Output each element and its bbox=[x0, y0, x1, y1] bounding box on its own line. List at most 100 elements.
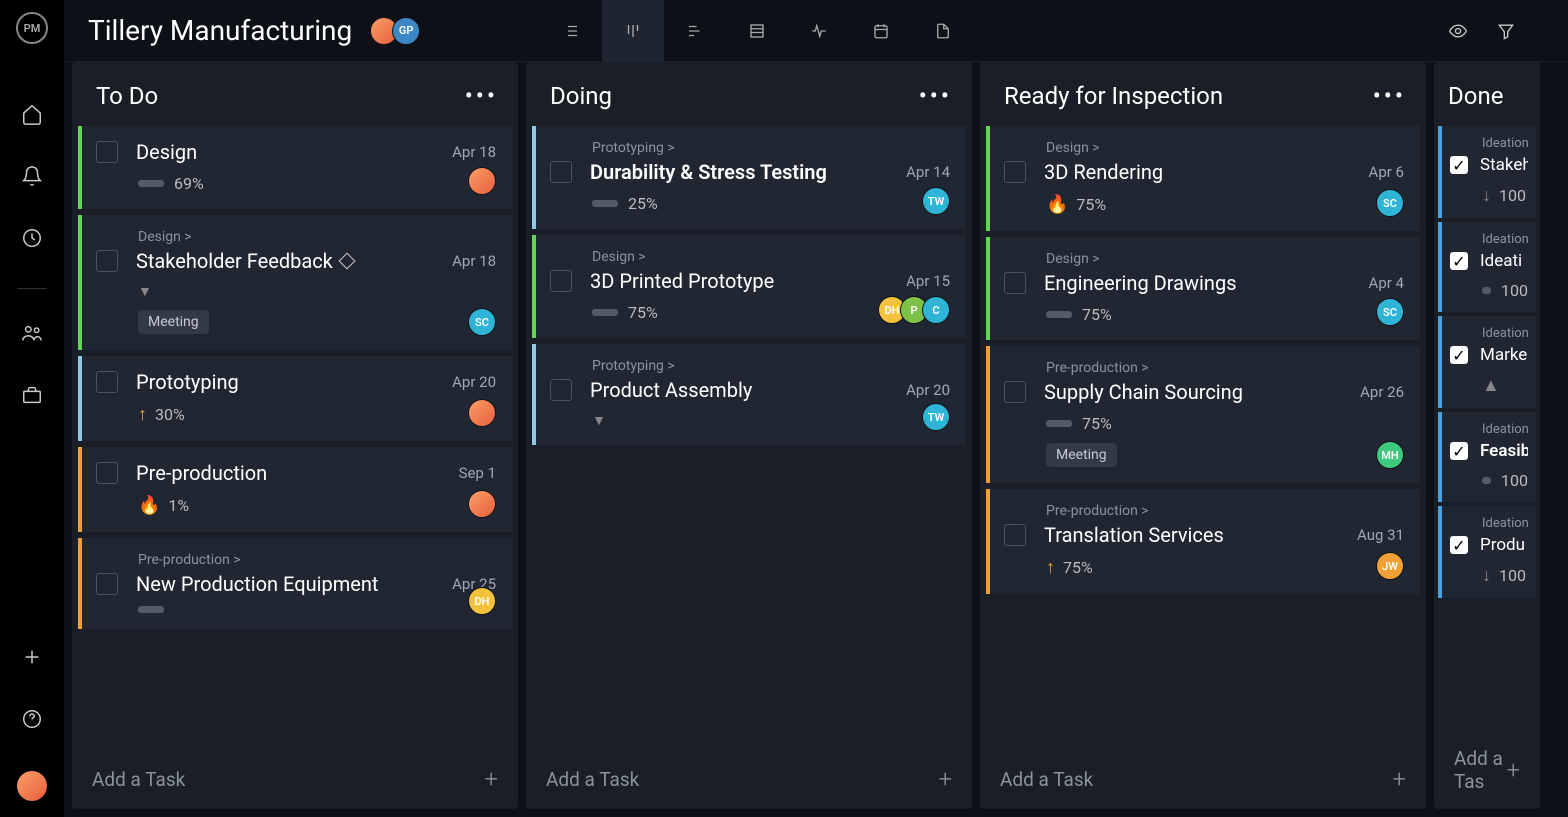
calendar-view-icon[interactable] bbox=[850, 0, 912, 62]
card-date: Apr 6 bbox=[1369, 163, 1404, 181]
priority-down-icon: ↓ bbox=[1482, 185, 1491, 206]
assignee-avatar[interactable]: SC bbox=[1376, 189, 1404, 217]
card-breadcrumb: Design > bbox=[1046, 140, 1404, 156]
progress-percent: 100 bbox=[1499, 566, 1526, 585]
checkbox[interactable] bbox=[96, 573, 118, 595]
priority-up-icon: ▲ bbox=[1482, 375, 1500, 396]
add-task-button[interactable]: Add a Task+ bbox=[72, 749, 518, 809]
tag: Meeting bbox=[138, 310, 209, 334]
file-view-icon[interactable] bbox=[912, 0, 974, 62]
gantt-view-icon[interactable] bbox=[664, 0, 726, 62]
checkbox[interactable]: ✓ bbox=[1450, 346, 1468, 364]
task-card[interactable]: Ideation✓Stakeh↓100 bbox=[1438, 126, 1536, 218]
checkbox[interactable] bbox=[550, 379, 572, 401]
plus-icon: + bbox=[938, 765, 952, 793]
checkbox[interactable] bbox=[96, 141, 118, 163]
progress-percent: 75% bbox=[628, 303, 658, 322]
assignee-avatar[interactable]: DH bbox=[468, 587, 496, 615]
add-task-button[interactable]: Add a Task+ bbox=[980, 749, 1426, 809]
task-card[interactable]: PrototypingApr 20↑30% bbox=[78, 356, 512, 441]
task-card[interactable]: Pre-productionSep 1🔥1% bbox=[78, 447, 512, 532]
card-title: Marke bbox=[1480, 345, 1528, 365]
progress-bar bbox=[592, 200, 618, 207]
checkbox[interactable] bbox=[96, 462, 118, 484]
list-view-icon[interactable] bbox=[540, 0, 602, 62]
card-date: Apr 18 bbox=[452, 252, 496, 270]
clock-icon[interactable] bbox=[12, 218, 52, 258]
checkbox[interactable] bbox=[550, 270, 572, 292]
add-task-button[interactable]: Add a Task+ bbox=[526, 749, 972, 809]
task-card[interactable]: Ideation✓Marke▲ bbox=[1438, 316, 1536, 408]
assignee-avatar[interactable]: SC bbox=[1376, 298, 1404, 326]
task-card[interactable]: Design >3D Printed PrototypeApr 1575%DHP… bbox=[532, 235, 966, 338]
checkbox[interactable] bbox=[96, 371, 118, 393]
task-card[interactable]: Prototyping >Product AssemblyApr 20▼TW bbox=[532, 344, 966, 445]
bell-icon[interactable] bbox=[12, 156, 52, 196]
avatar[interactable]: GP bbox=[392, 17, 420, 45]
checkbox[interactable]: ✓ bbox=[1450, 156, 1468, 174]
plus-icon: + bbox=[1392, 765, 1406, 793]
card-breadcrumb: Design > bbox=[592, 249, 950, 265]
task-card[interactable]: Pre-production > Translation ServicesAug … bbox=[986, 489, 1420, 594]
task-card[interactable]: Design >Stakeholder FeedbackApr 18▼Meeti… bbox=[78, 215, 512, 350]
progress-percent: 25% bbox=[628, 194, 658, 213]
task-card[interactable]: Ideation✓Produ↓100 bbox=[1438, 506, 1536, 598]
card-title: Pre-production bbox=[136, 461, 459, 485]
checkbox[interactable] bbox=[1004, 524, 1026, 546]
assignee-avatar[interactable] bbox=[468, 399, 496, 427]
assignee-avatar[interactable] bbox=[468, 490, 496, 518]
card-breadcrumb: Pre-production > bbox=[1046, 503, 1404, 519]
card-date: Aug 31 bbox=[1357, 526, 1404, 544]
column-menu-icon[interactable]: ••• bbox=[1373, 91, 1406, 101]
card-title: Ideati bbox=[1480, 251, 1528, 271]
app-logo[interactable]: PM bbox=[16, 12, 48, 44]
assignee-avatar[interactable]: C bbox=[922, 296, 950, 324]
checkbox[interactable]: ✓ bbox=[1450, 442, 1468, 460]
checkbox[interactable] bbox=[1004, 381, 1026, 403]
header-avatars[interactable]: GP bbox=[376, 17, 420, 45]
card-date: Apr 14 bbox=[906, 163, 950, 181]
checkbox[interactable]: ✓ bbox=[1450, 252, 1468, 270]
assignee-avatar[interactable]: MH bbox=[1376, 441, 1404, 469]
task-card[interactable]: DesignApr 1869% bbox=[78, 126, 512, 209]
board-view-icon[interactable] bbox=[602, 0, 664, 62]
progress-percent: 75% bbox=[1082, 305, 1112, 324]
task-card[interactable]: Pre-production >New Production Equipment… bbox=[78, 538, 512, 629]
assignee-avatar[interactable]: TW bbox=[922, 187, 950, 215]
task-card[interactable]: Design >3D RenderingApr 6🔥75%SC bbox=[986, 126, 1420, 231]
home-icon[interactable] bbox=[12, 94, 52, 134]
briefcase-icon[interactable] bbox=[12, 375, 52, 415]
column-menu-icon[interactable]: ••• bbox=[465, 91, 498, 101]
task-card[interactable]: Pre-production >Supply Chain SourcingApr… bbox=[986, 346, 1420, 483]
add-task-button[interactable]: Add a Tas+ bbox=[1434, 731, 1540, 809]
assignee-avatar[interactable]: TW bbox=[922, 403, 950, 431]
sheet-view-icon[interactable] bbox=[726, 0, 788, 62]
assignee-avatar[interactable]: JW bbox=[1376, 552, 1404, 580]
progress-bar bbox=[1046, 311, 1072, 318]
filter-icon[interactable] bbox=[1496, 21, 1516, 41]
checkbox[interactable] bbox=[550, 161, 572, 183]
checkbox[interactable]: ✓ bbox=[1450, 536, 1468, 554]
assignee-avatar[interactable]: SC bbox=[468, 308, 496, 336]
sidebar-divider bbox=[17, 288, 47, 289]
card-title: Translation Services bbox=[1044, 523, 1357, 547]
card-breadcrumb: Pre-production > bbox=[1046, 360, 1404, 376]
progress-percent: 75% bbox=[1076, 195, 1106, 214]
user-avatar[interactable] bbox=[17, 771, 47, 801]
checkbox[interactable] bbox=[1004, 161, 1026, 183]
plus-icon: + bbox=[484, 765, 498, 793]
task-card[interactable]: Ideation✓Ideati100 bbox=[1438, 222, 1536, 312]
task-card[interactable]: Design >Engineering DrawingsApr 475%SC bbox=[986, 237, 1420, 340]
help-icon[interactable] bbox=[12, 699, 52, 739]
assignee-avatar[interactable] bbox=[468, 167, 496, 195]
checkbox[interactable] bbox=[1004, 272, 1026, 294]
progress-percent: 100 bbox=[1499, 186, 1526, 205]
task-card[interactable]: Prototyping >Durability & Stress Testing… bbox=[532, 126, 966, 229]
checkbox[interactable] bbox=[96, 250, 118, 272]
task-card[interactable]: Ideation✓Feasib100 bbox=[1438, 412, 1536, 502]
column-menu-icon[interactable]: ••• bbox=[919, 91, 952, 101]
activity-view-icon[interactable] bbox=[788, 0, 850, 62]
plus-icon[interactable] bbox=[12, 637, 52, 677]
people-icon[interactable] bbox=[12, 313, 52, 353]
eye-icon[interactable] bbox=[1448, 21, 1468, 41]
